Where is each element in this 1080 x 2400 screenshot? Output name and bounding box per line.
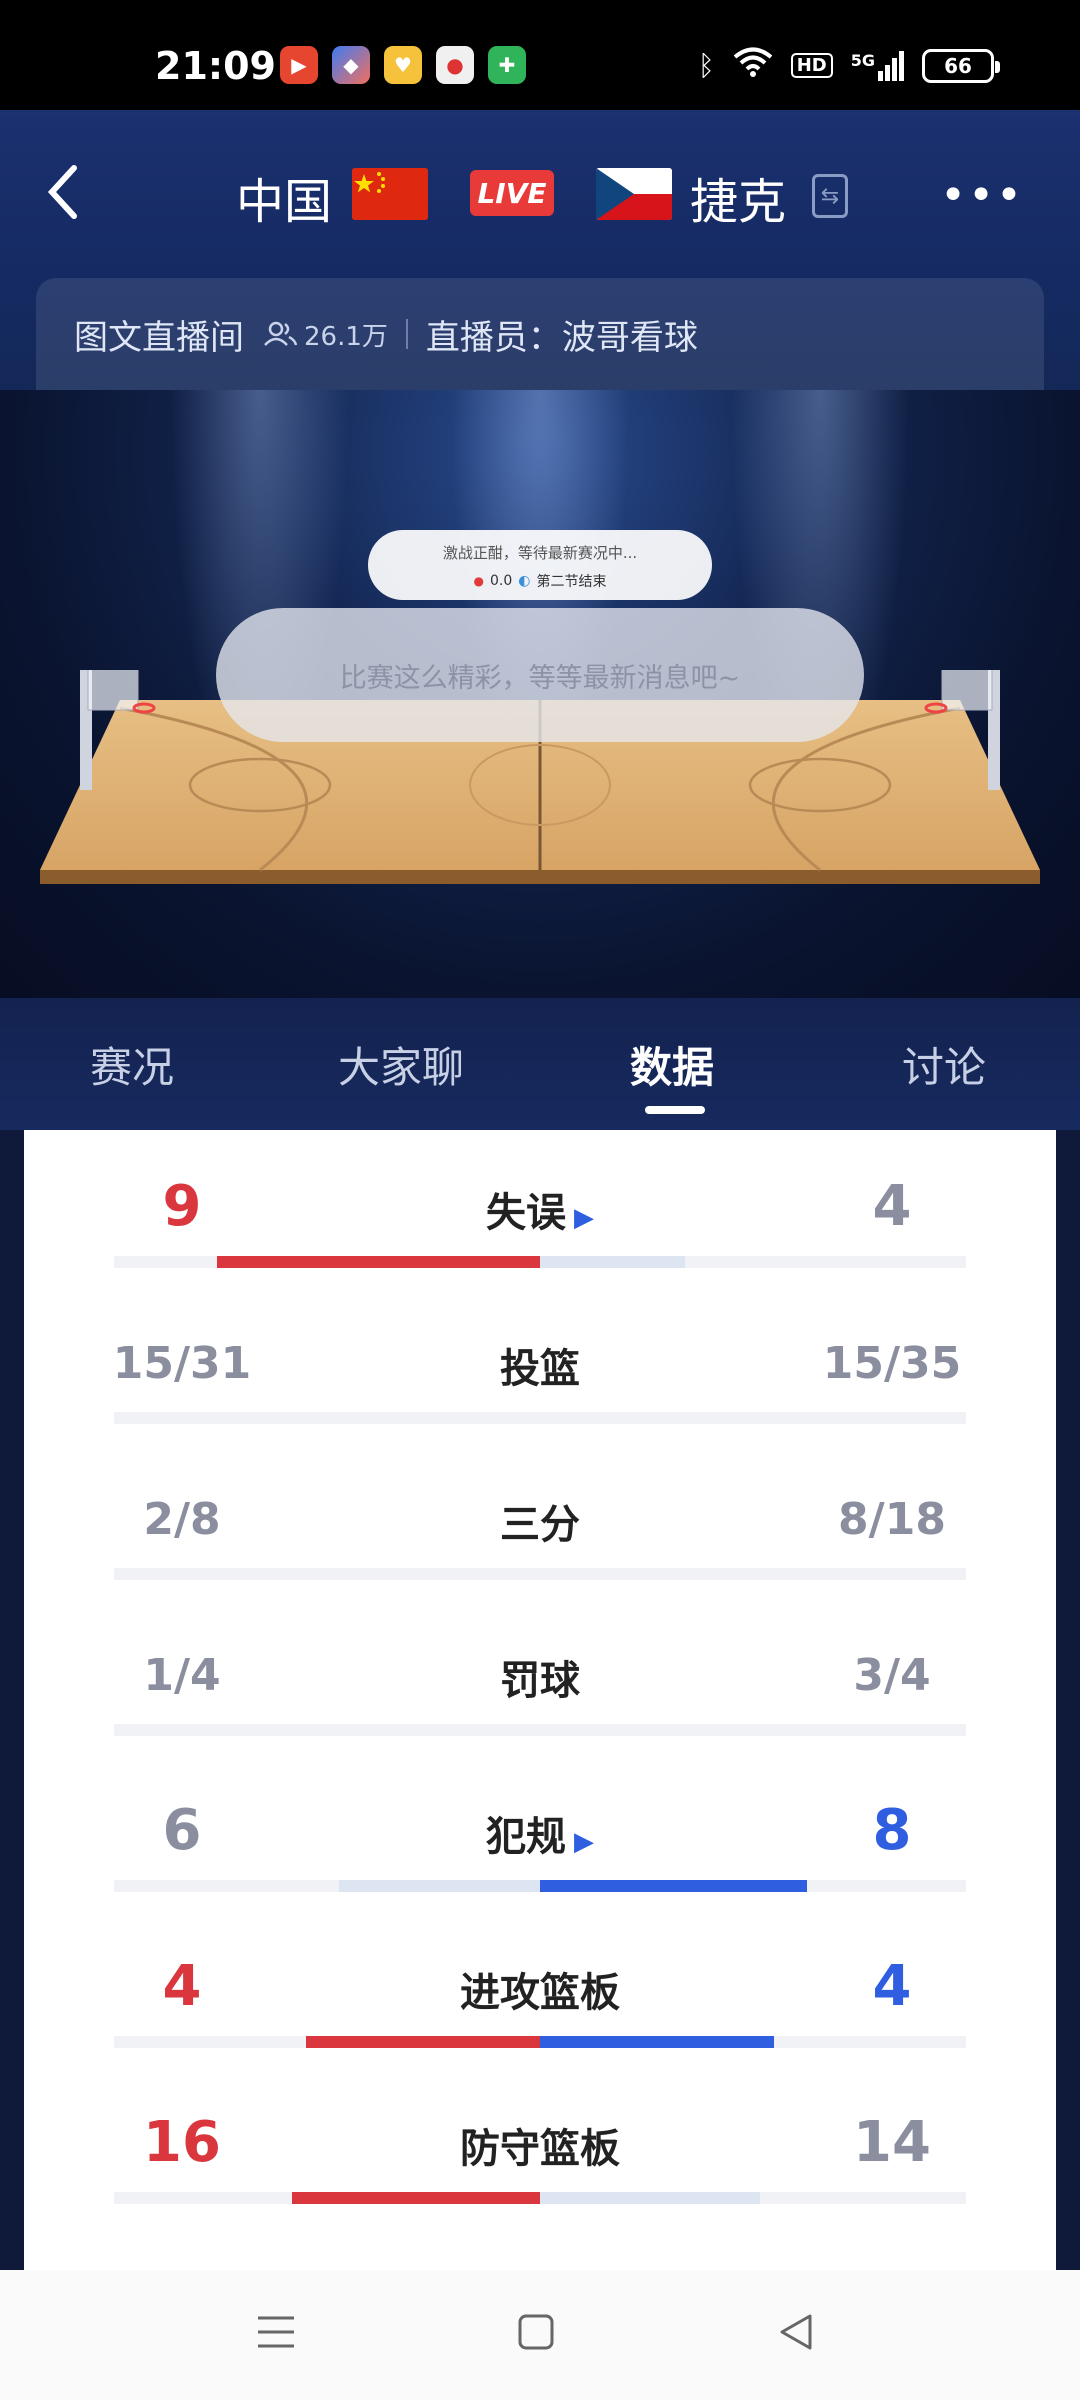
stat-label: 罚球	[340, 1648, 740, 1706]
stat-bar-track	[114, 1724, 966, 1736]
china-flag-icon	[352, 168, 428, 220]
status-score-row: ● 0.0 ◐ 第二节结束	[368, 571, 712, 591]
stat-bar-left	[306, 2036, 540, 2048]
stat-label[interactable]: 犯规 ▶	[340, 1804, 740, 1862]
live-room-info: 图文直播间 26.1万 直播员： 波哥看球	[36, 278, 1044, 390]
battery-indicator: 66	[922, 48, 1000, 83]
live-badge: LIVE	[470, 170, 554, 216]
bluetooth-icon: ᛒ	[697, 49, 715, 82]
status-bar: 21:09 ▶ ◆ ♥ ● ✚ ᛒ HD 5G 66	[0, 0, 1080, 110]
info-divider	[405, 319, 408, 349]
tab-discussion[interactable]: 讨论	[902, 1034, 986, 1095]
browser-app-icon: ◆	[332, 46, 370, 84]
stat-label-text: 罚球	[500, 1658, 580, 1704]
stat-label: 投篮	[340, 1336, 740, 1394]
stat-left-value: 15/31	[112, 1338, 252, 1389]
host-label: 直播员：	[425, 317, 562, 358]
stat-right-value: 14	[853, 2110, 931, 2175]
game-status-pill: 激战正酣，等待最新赛况中... ● 0.0 ◐ 第二节结束	[368, 530, 712, 600]
tab-active-indicator	[645, 1106, 705, 1114]
czech-flag-icon	[596, 168, 672, 220]
stat-left-value: 2/8	[143, 1494, 221, 1545]
status-time: 21:09	[155, 44, 276, 88]
heart-app-icon: ♥	[384, 46, 422, 84]
team-right-name[interactable]: 捷克	[690, 162, 786, 232]
stat-right-value: 3/4	[853, 1650, 931, 1701]
stat-label-text: 三分	[500, 1502, 580, 1548]
stat-label: 防守篮板	[340, 2116, 740, 2174]
stat-left-value: 1/4	[143, 1650, 221, 1701]
wifi-icon	[733, 46, 773, 85]
stat-left-value: 4	[162, 1954, 202, 2019]
stat-bar-track	[114, 1412, 966, 1424]
score-value: 0.0	[490, 573, 513, 589]
stat-bar-left	[292, 2192, 540, 2204]
video-app-icon: ▶	[280, 46, 318, 84]
stat-row: 1/4 罚球 3/4	[24, 1598, 1056, 1754]
stat-left-value: 6	[162, 1798, 202, 1863]
stat-row: 15/31 投篮 15/35	[24, 1286, 1056, 1442]
hd-indicator: HD	[790, 53, 833, 78]
period-status: 第二节结束	[536, 574, 607, 590]
stat-row: 6 犯规 ▶ 8	[24, 1754, 1056, 1910]
people-icon	[264, 321, 298, 346]
news-app-icon: ●	[436, 46, 474, 84]
room-title: 图文直播间	[74, 317, 244, 358]
stat-label-text: 防守篮板	[460, 2126, 620, 2172]
system-icons: ᛒ HD 5G 66	[697, 46, 1000, 85]
stats-card: 9 失误 ▶ 4 15/31 投篮 15/35 2/8 三分 8/18 1/4 罚球 3/4 6 犯规 ▶ 8 4…	[24, 1130, 1056, 2270]
signal-icon: 5G	[851, 50, 904, 81]
match-header: 中国 LIVE 捷克 ⇆ ••• 图文直播间 26.1万 直播员： 波哥看球	[0, 110, 1080, 390]
tab-stats[interactable]: 数据	[630, 1034, 714, 1095]
stat-bar-right	[540, 2036, 774, 2048]
stat-label-text: 失误	[486, 1190, 566, 1236]
system-nav-bar	[0, 2270, 1080, 2400]
play-arrow-icon: ▶	[574, 1827, 594, 1857]
more-options-icon[interactable]: •••	[940, 170, 1024, 221]
ball-icon: ◐	[518, 573, 531, 589]
switch-icon[interactable]: ⇆	[812, 174, 848, 218]
stat-row: 4 进攻篮板 4	[24, 1910, 1056, 2066]
home-icon[interactable]	[516, 2312, 556, 2363]
stat-bar-right	[540, 1256, 685, 1268]
viewer-count: 26.1万	[264, 316, 388, 353]
stat-row: 2/8 三分 8/18	[24, 1442, 1056, 1598]
security-app-icon: ✚	[488, 46, 526, 84]
stat-right-value: 15/35	[822, 1338, 962, 1389]
red-dot-icon: ●	[473, 574, 484, 588]
stat-left-value: 9	[162, 1174, 202, 1239]
stat-label: 进攻篮板	[340, 1960, 740, 2018]
tab-bar: 赛况 大家聊 数据 讨论	[0, 998, 1080, 1130]
stat-row: 16 防守篮板 14	[24, 2066, 1056, 2222]
tab-game-status[interactable]: 赛况	[90, 1034, 174, 1095]
stat-bar-right	[540, 2192, 760, 2204]
stat-label-text: 犯规	[486, 1814, 566, 1860]
chevron-left-icon	[47, 165, 77, 219]
stat-right-value: 4	[872, 1954, 912, 2019]
play-arrow-icon: ▶	[574, 1203, 594, 1233]
stat-bar-right	[540, 1880, 807, 1892]
stat-bar-left	[339, 1880, 540, 1892]
notification-icons: ▶ ◆ ♥ ● ✚	[280, 46, 526, 84]
stat-label[interactable]: 失误 ▶	[340, 1180, 740, 1238]
stat-label-text: 进攻篮板	[460, 1970, 620, 2016]
stat-right-value: 8	[872, 1798, 912, 1863]
stat-label-text: 投篮	[500, 1346, 580, 1392]
stat-right-value: 8/18	[838, 1494, 946, 1545]
stat-bar-track	[114, 1568, 966, 1580]
court-animation: 激战正酣，等待最新赛况中... ● 0.0 ◐ 第二节结束 比赛这么精彩，等等最…	[0, 390, 1080, 998]
host-name[interactable]: 波哥看球	[562, 310, 698, 359]
team-left-name[interactable]: 中国	[236, 162, 332, 232]
wait-message-pill: 比赛这么精彩，等等最新消息吧~	[216, 608, 864, 742]
tab-chat[interactable]: 大家聊	[338, 1034, 464, 1095]
stat-bar-left	[217, 1256, 540, 1268]
back-button[interactable]	[44, 162, 84, 222]
stat-label: 三分	[340, 1492, 740, 1550]
back-nav-icon[interactable]	[776, 2312, 816, 2363]
menu-icon[interactable]	[256, 2312, 296, 2363]
stat-right-value: 4	[872, 1174, 912, 1239]
stat-left-value: 16	[143, 2110, 221, 2175]
stat-row: 9 失误 ▶ 4	[24, 1130, 1056, 1286]
status-message: 激战正酣，等待最新赛况中...	[442, 544, 638, 562]
